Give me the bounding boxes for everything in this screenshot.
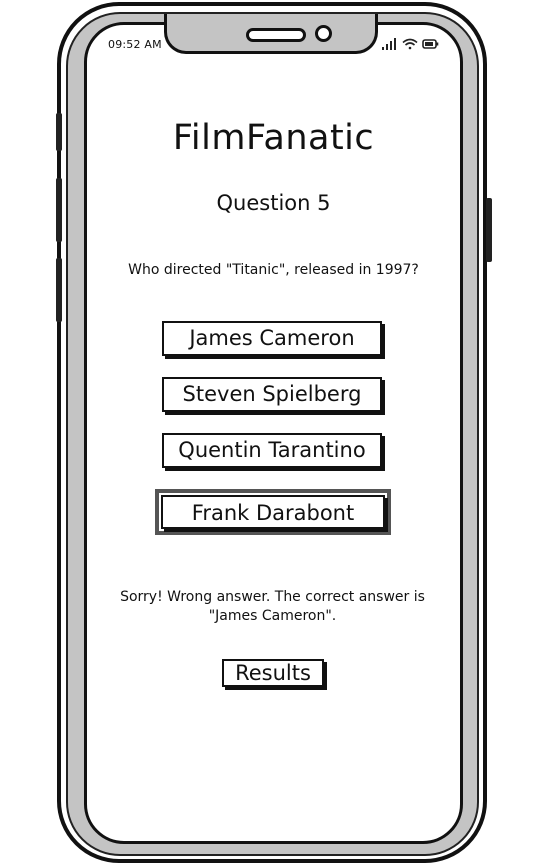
status-time: 09:52 AM <box>108 38 162 51</box>
answer-button-frank-darabont-selected[interactable]: Frank Darabont <box>155 489 391 535</box>
question-number: Question 5 <box>216 191 331 215</box>
feedback-message: Sorry! Wrong answer. The correct answer … <box>120 589 425 624</box>
camera-icon <box>315 25 332 42</box>
wifi-icon <box>402 38 418 50</box>
volume-up-button <box>56 178 62 242</box>
mute-switch <box>56 113 62 151</box>
answer-label: Frank Darabont <box>161 495 385 529</box>
answer-button-james-cameron[interactable]: James Cameron <box>162 321 382 356</box>
results-button[interactable]: Results <box>222 659 324 687</box>
app-title: FilmFanatic <box>172 118 375 158</box>
status-icons <box>382 38 439 50</box>
volume-down-button <box>56 258 62 322</box>
power-button <box>486 198 492 262</box>
signal-icon <box>382 38 396 50</box>
answer-button-quentin-tarantino[interactable]: Quentin Tarantino <box>162 433 382 468</box>
question-text: Who directed "Titanic", released in 1997… <box>128 262 419 278</box>
answer-button-steven-spielberg[interactable]: Steven Spielberg <box>162 377 382 412</box>
battery-icon <box>422 39 439 49</box>
speaker-icon <box>246 28 306 42</box>
